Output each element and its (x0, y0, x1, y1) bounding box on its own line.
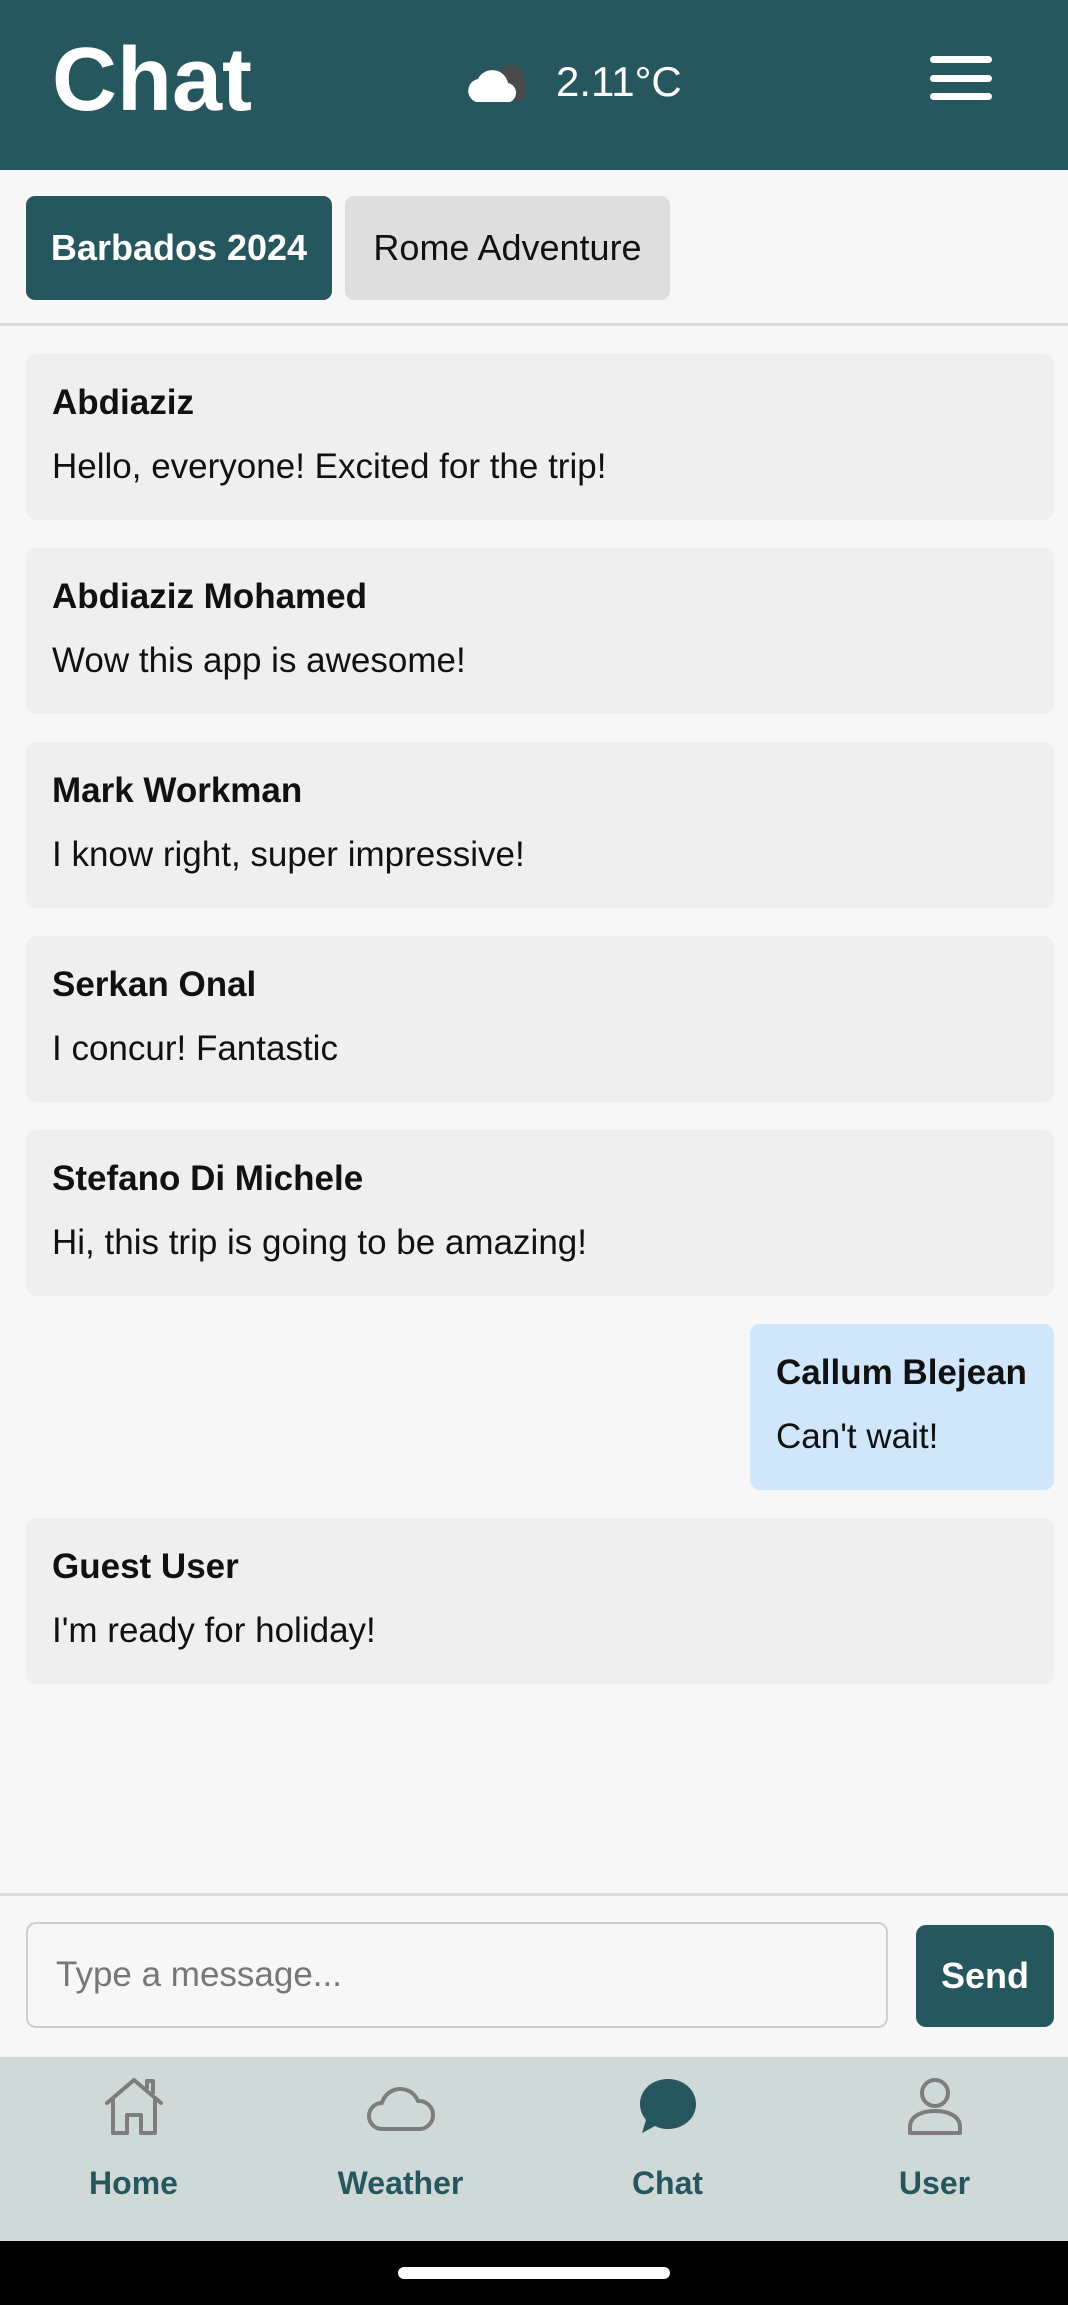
message-sender: Mark Workman (52, 771, 303, 810)
message-item: Stefano Di Michele Hi, this trip is goin… (26, 1130, 1054, 1296)
message-list[interactable]: Abdiaziz Hello, everyone! Excited for th… (0, 326, 1068, 1894)
system-navigation-bar (0, 2241, 1068, 2305)
cloud-icon (468, 65, 526, 102)
weather-widget: 2.11°C (462, 52, 682, 112)
own-message-item: Callum Blejean Can't wait! (750, 1324, 1054, 1490)
message-text: I concur! Fantastic (52, 1029, 338, 1068)
menu-line (930, 74, 992, 82)
hamburger-menu-icon[interactable] (930, 56, 992, 100)
nav-item-home[interactable]: Home (0, 2057, 267, 2241)
message-sender: Guest User (52, 1547, 239, 1586)
message-item: Abdiaziz Hello, everyone! Excited for th… (26, 354, 1054, 520)
send-button[interactable]: Send (916, 1925, 1054, 2027)
nav-label: Chat (631, 2165, 704, 2201)
message-item: Abdiaziz Mohamed Wow this app is awesome… (26, 548, 1054, 714)
nav-label: Home (89, 2165, 178, 2201)
message-text: I'm ready for holiday! (52, 1611, 376, 1650)
message-sender: Stefano Di Michele (52, 1159, 364, 1198)
cloud-icon (366, 2087, 435, 2131)
temperature-text: 2.11°C (556, 58, 682, 105)
nav-item-user[interactable]: User (801, 2057, 1068, 2241)
nav-label: Weather (337, 2165, 464, 2201)
tab-rome-adventure[interactable]: Rome Adventure (345, 196, 670, 300)
message-text: Hello, everyone! Excited for the trip! (52, 447, 607, 486)
home-gesture-handle[interactable] (398, 2267, 670, 2279)
chat-screen: Chat 2.11°C Barbados 2024 Rome Adventure… (0, 0, 1068, 2305)
message-text: I know right, super impressive! (52, 835, 525, 874)
message-sender: Callum Blejean (776, 1353, 1027, 1392)
message-text: Wow this app is awesome! (52, 641, 466, 680)
page-title: Chat (52, 30, 252, 130)
tab-barbados-2024[interactable]: Barbados 2024 (26, 196, 332, 300)
trip-tabs: Barbados 2024 Rome Adventure (0, 170, 1068, 326)
message-sender: Serkan Onal (52, 965, 257, 1004)
nav-item-chat[interactable]: Chat (534, 2057, 801, 2241)
menu-line (930, 56, 992, 63)
message-text: Can't wait! (776, 1417, 939, 1456)
message-composer: Send (0, 1893, 1068, 2057)
message-sender: Abdiaziz Mohamed (52, 577, 368, 616)
chat-bubble-icon (639, 2079, 696, 2133)
message-item: Guest User I'm ready for holiday! (26, 1518, 1054, 1684)
message-item: Serkan Onal I concur! Fantastic (26, 936, 1054, 1102)
nav-label: User (898, 2165, 971, 2201)
bottom-navigation: Home Weather Chat User (0, 2057, 1068, 2241)
message-item: Mark Workman I know right, super impress… (26, 742, 1054, 908)
menu-line (930, 93, 992, 100)
user-icon (907, 2078, 962, 2135)
app-header: Chat 2.11°C (0, 0, 1068, 170)
message-text: Hi, this trip is going to be amazing! (52, 1223, 587, 1262)
message-sender: Abdiaziz (52, 383, 194, 422)
nav-item-weather[interactable]: Weather (267, 2057, 534, 2241)
home-icon (104, 2078, 163, 2135)
message-input[interactable] (26, 1922, 888, 2028)
